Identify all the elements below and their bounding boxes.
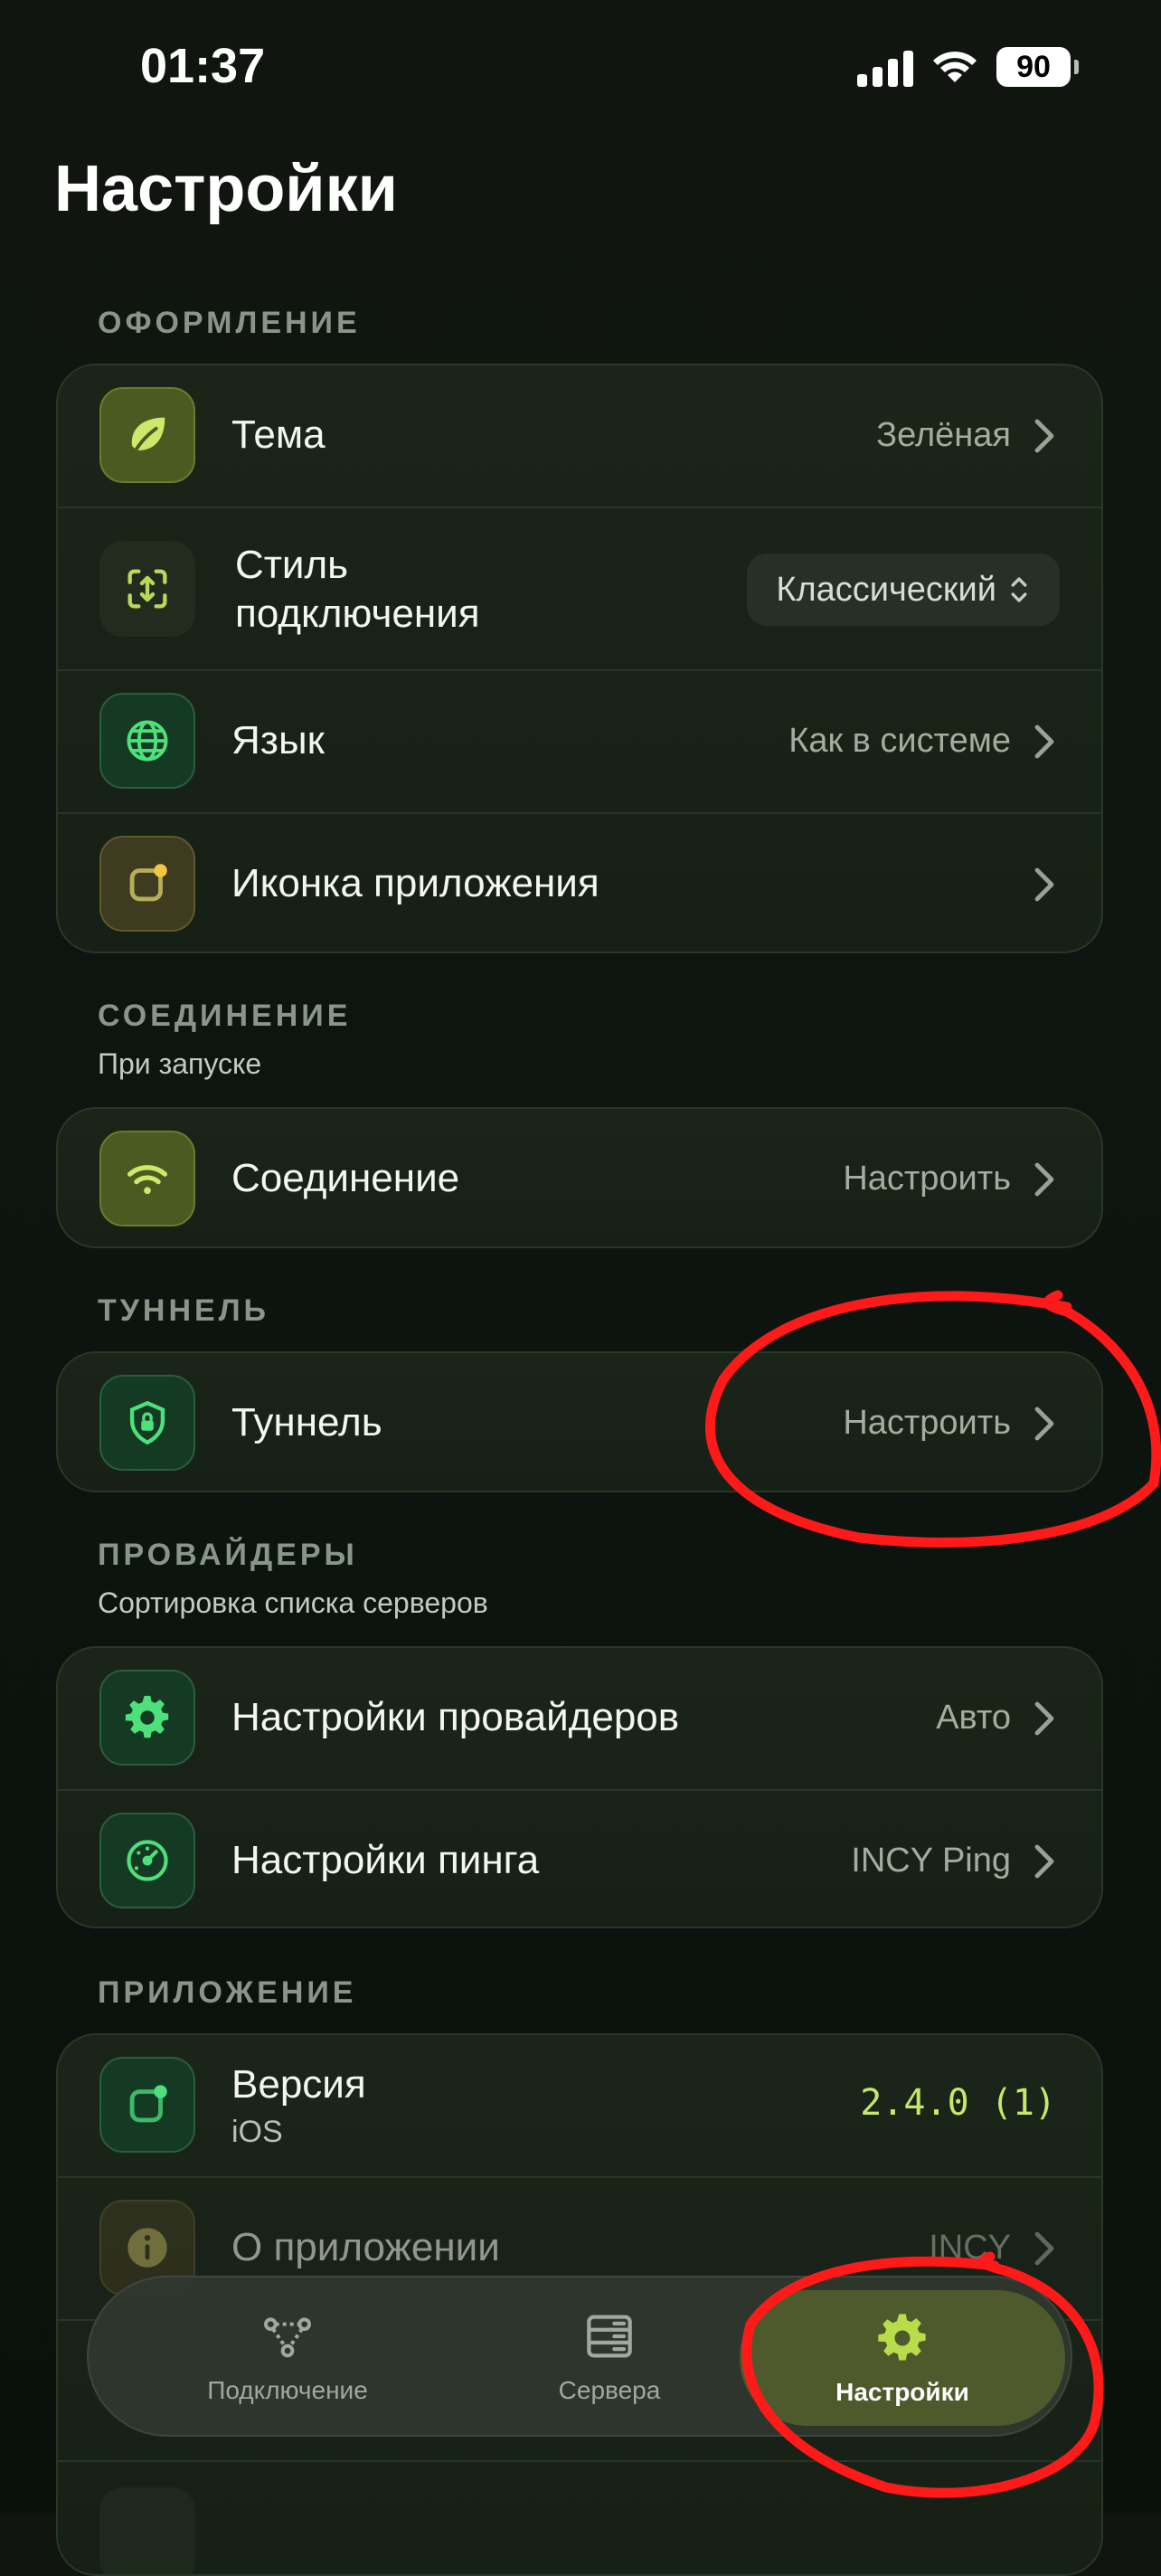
globe-icon — [99, 693, 195, 789]
chevron-right-icon — [1031, 724, 1058, 760]
cellular-signal-icon — [857, 47, 913, 87]
app-icon-row[interactable]: Иконка приложения — [58, 814, 1101, 952]
tab-bar: Подключение Сервера Настройки — [87, 2276, 1072, 2437]
server-icon — [587, 2315, 632, 2358]
tunnel-card: Туннель Настроить — [56, 1351, 1103, 1492]
about-label: О приложении — [231, 2225, 500, 2269]
network-nodes-icon — [264, 2317, 311, 2358]
chevron-updown-icon — [1011, 577, 1027, 602]
section-header-application: ПРИЛОЖЕНИЕ — [98, 1975, 357, 2010]
wifi-icon — [99, 1131, 195, 1226]
status-icons: 90 — [857, 43, 1079, 90]
version-value: 2.4.0 (1) — [860, 2082, 1056, 2124]
expand-arrows-icon — [99, 541, 195, 637]
app-icon-icon — [99, 2057, 195, 2153]
version-sublabel: iOS — [231, 2115, 283, 2149]
section-header-providers: ПРОВАЙДЕРЫ — [98, 1538, 358, 1572]
connection-style-label-line1: Стиль — [235, 543, 349, 587]
app-icon-label: Иконка приложения — [231, 861, 599, 905]
connection-style-row[interactable]: Стиль подключения Классический — [58, 508, 1101, 669]
speedometer-icon — [99, 1813, 195, 1908]
tunnel-label: Туннель — [231, 1400, 382, 1444]
connection-card: Соединение Настроить — [56, 1107, 1103, 1248]
connection-row[interactable]: Соединение Настроить — [58, 1109, 1101, 1246]
appearance-card: Тема Зелёная Стиль подключения Классичес… — [56, 364, 1103, 953]
chevron-right-icon — [1031, 1700, 1058, 1737]
connection-style-select[interactable]: Классический — [747, 554, 1060, 626]
tab-servers[interactable]: Сервера — [447, 2278, 772, 2435]
gear-icon — [878, 2314, 926, 2361]
ping-value: INCY Ping — [851, 1842, 1011, 1880]
connection-value: Настроить — [843, 1160, 1011, 1198]
shield-lock-icon — [99, 1375, 195, 1471]
gear-icon — [99, 1670, 195, 1766]
chevron-right-icon — [1031, 2230, 1058, 2267]
chevron-right-icon — [1031, 867, 1058, 903]
section-subtitle-providers: Сортировка списка серверов — [98, 1586, 488, 1619]
tunnel-value: Настроить — [843, 1404, 1011, 1442]
section-subtitle-connection: При запуске — [98, 1047, 262, 1080]
version-label: Версия — [231, 2062, 366, 2107]
section-header-connection: СОЕДИНЕНИЕ — [98, 999, 352, 1033]
version-row: Версия iOS 2.4.0 (1) — [58, 2035, 1101, 2176]
section-header-appearance: ОФОРМЛЕНИЕ — [98, 306, 361, 340]
battery-icon: 90 — [996, 47, 1079, 87]
about-value: INCY — [929, 2229, 1011, 2267]
ping-row[interactable]: Настройки пинга INCY Ping — [58, 1791, 1101, 1927]
tab-settings-label: Настройки — [835, 2378, 969, 2406]
ping-label: Настройки пинга — [231, 1838, 540, 1882]
language-value: Как в системе — [788, 722, 1011, 760]
tab-servers-label: Сервера — [558, 2376, 661, 2404]
connection-style-label-line2: подключения — [235, 592, 480, 636]
chevron-right-icon — [1031, 418, 1058, 454]
theme-value: Зелёная — [876, 416, 1011, 454]
connection-label: Соединение — [231, 1156, 460, 1200]
tunnel-row[interactable]: Туннель Настроить — [58, 1353, 1101, 1491]
tab-connection[interactable]: Подключение — [125, 2278, 450, 2435]
connection-style-label: Стиль подключения — [235, 541, 480, 639]
providers-label: Настройки провайдеров — [231, 1695, 680, 1739]
tab-settings[interactable]: Настройки — [740, 2290, 1065, 2426]
section-header-tunnel: ТУННЕЛЬ — [98, 1293, 269, 1328]
row-icon-partial — [99, 2487, 195, 2574]
providers-card: Настройки провайдеров Авто Настройки пин… — [56, 1646, 1103, 1928]
language-row[interactable]: Язык Как в системе — [58, 671, 1101, 812]
tab-connection-label: Подключение — [207, 2376, 368, 2404]
chevron-right-icon — [1031, 1843, 1058, 1880]
leaf-icon — [99, 387, 195, 483]
app-icon-icon — [99, 836, 195, 932]
theme-label: Тема — [231, 412, 326, 457]
wifi-status-icon — [933, 52, 977, 82]
chevron-right-icon — [1031, 1161, 1058, 1198]
providers-row[interactable]: Настройки провайдеров Авто — [58, 1648, 1101, 1789]
connection-style-value: Классический — [776, 570, 996, 609]
theme-row[interactable]: Тема Зелёная — [58, 365, 1101, 507]
status-time: 01:37 — [140, 39, 266, 93]
chevron-right-icon — [1031, 1406, 1058, 1442]
language-label: Язык — [231, 718, 325, 762]
page-title: Настройки — [54, 153, 398, 225]
providers-value: Авто — [936, 1699, 1011, 1737]
